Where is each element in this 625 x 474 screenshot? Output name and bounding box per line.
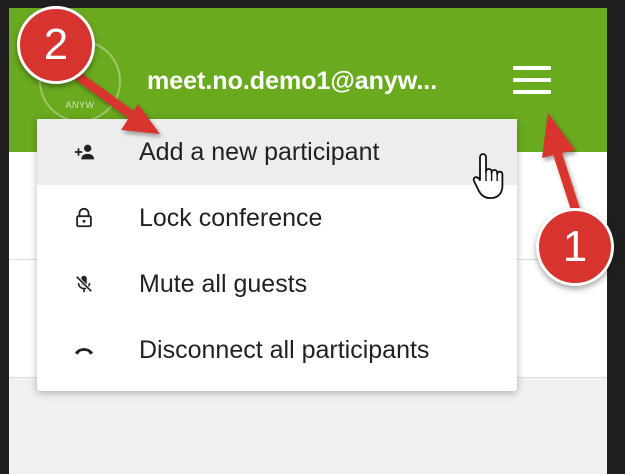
screenshot-frame: ANYW meet.no.demo1@anyw... Add a new par… [0,0,625,474]
settings-dropdown-menu: Add a new participant Lock conference Mu… [37,119,517,391]
hang-up-icon [74,348,94,355]
step-1-callout: 1 [536,208,614,286]
hand-cursor-icon [472,153,504,199]
hamburger-menu-icon[interactable] [513,66,551,96]
menu-item-lock-conference[interactable]: Lock conference [37,185,517,251]
menu-item-label: Add a new participant [139,137,380,166]
step-2-callout: 2 [17,6,95,84]
account-name: meet.no.demo1@anyw... [147,67,438,95]
menu-item-disconnect-all[interactable]: Disconnect all participants [37,317,517,383]
mic-off-icon [75,275,93,293]
lock-icon [76,207,92,228]
menu-item-label: Lock conference [139,203,323,232]
menu-item-mute-guests[interactable]: Mute all guests [37,251,517,317]
logo-text: ANYW [65,100,95,110]
add-person-icon [74,144,95,160]
menu-item-add-participant[interactable]: Add a new participant [37,119,517,185]
menu-item-label: Disconnect all participants [139,335,430,364]
menu-item-label: Mute all guests [139,269,308,298]
